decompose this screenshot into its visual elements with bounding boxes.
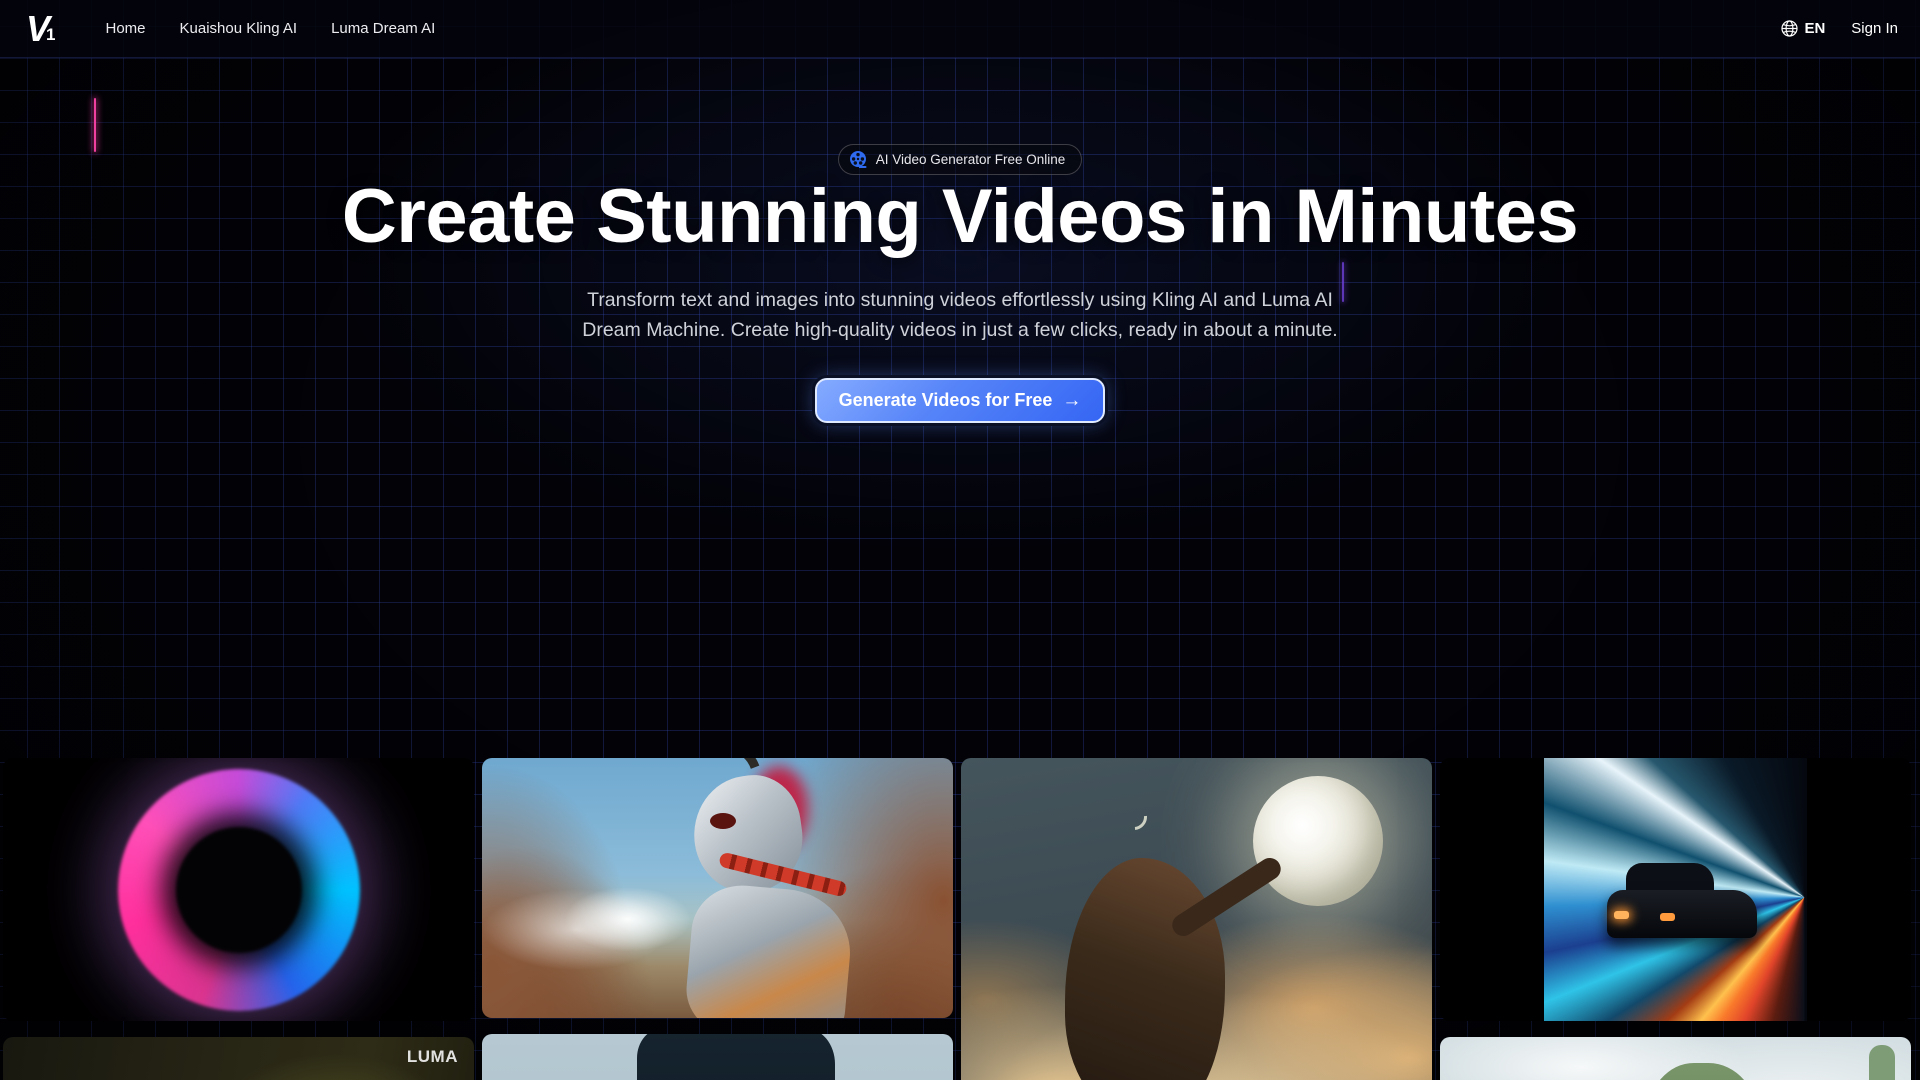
page-title: Create Stunning Videos in Minutes	[340, 175, 1580, 259]
video-thumb-desert-scene[interactable]	[1440, 1037, 1911, 1080]
page: V 1 Home Kuaishou Kling AI Luma Dream AI…	[0, 0, 1920, 1080]
hero-badge-label: AI Video Generator Free Online	[876, 152, 1066, 167]
hero-description: Transform text and images into stunning …	[576, 285, 1344, 345]
gallery-column-4	[1440, 758, 1911, 1080]
hero-badge: AI Video Generator Free Online	[838, 144, 1083, 175]
arrow-right-icon: →	[1062, 390, 1081, 412]
neon-ring-art	[118, 769, 360, 1011]
navbar: V 1 Home Kuaishou Kling AI Luma Dream AI…	[0, 0, 1920, 58]
generate-videos-button[interactable]: Generate Videos for Free →	[815, 378, 1106, 423]
car-tunnel-art	[1544, 758, 1807, 1021]
navbar-right: EN Sign In	[1781, 20, 1898, 37]
gallery-column-2	[482, 758, 953, 1080]
logo-v: V	[26, 9, 48, 49]
film-reel-icon	[849, 150, 868, 169]
gallery-column-3	[961, 758, 1432, 1080]
robot-eye-art	[710, 813, 736, 829]
hero-section: AI Video Generator Free Online Create St…	[0, 58, 1920, 423]
generate-videos-label: Generate Videos for Free	[839, 390, 1053, 411]
girl-silhouette-art	[1065, 858, 1225, 1080]
luma-watermark: LUMA	[407, 1047, 458, 1067]
video-gallery: LUMA	[3, 758, 1911, 1080]
video-thumb-neon-ring[interactable]	[3, 758, 474, 1021]
language-label: EN	[1804, 20, 1825, 37]
video-thumb-girl-moon[interactable]	[961, 758, 1432, 1080]
gallery-column-1: LUMA	[3, 758, 474, 1080]
crescent-moon-art	[1116, 799, 1153, 836]
logo[interactable]: V 1	[26, 9, 57, 49]
neon-ring-hole	[176, 827, 302, 953]
nav-links: Home Kuaishou Kling AI Luma Dream AI	[105, 20, 435, 37]
car-body-art	[1607, 890, 1757, 938]
green-figure-art	[1647, 1063, 1759, 1080]
language-selector[interactable]: EN	[1781, 20, 1825, 37]
nav-link-home[interactable]: Home	[105, 20, 145, 37]
sign-in-button[interactable]: Sign In	[1851, 20, 1898, 37]
nav-link-kuaishou-kling-ai[interactable]: Kuaishou Kling AI	[180, 20, 298, 37]
car-roof-art	[1626, 863, 1714, 893]
moon-art	[1253, 776, 1383, 906]
hat-crown-art	[637, 1034, 835, 1080]
car-taillight-art	[1614, 911, 1629, 919]
video-thumb-luma-clip[interactable]: LUMA	[3, 1037, 474, 1080]
video-thumb-robot-warrior[interactable]	[482, 758, 953, 1018]
nav-link-luma-dream-ai[interactable]: Luma Dream AI	[331, 20, 435, 37]
video-thumb-hat-figure[interactable]	[482, 1034, 953, 1080]
logo-sub: 1	[46, 25, 55, 45]
video-thumb-retro-car[interactable]	[1440, 758, 1911, 1021]
cactus-art	[1869, 1045, 1895, 1080]
globe-icon	[1781, 20, 1798, 37]
robot-torso-art	[683, 881, 855, 1018]
